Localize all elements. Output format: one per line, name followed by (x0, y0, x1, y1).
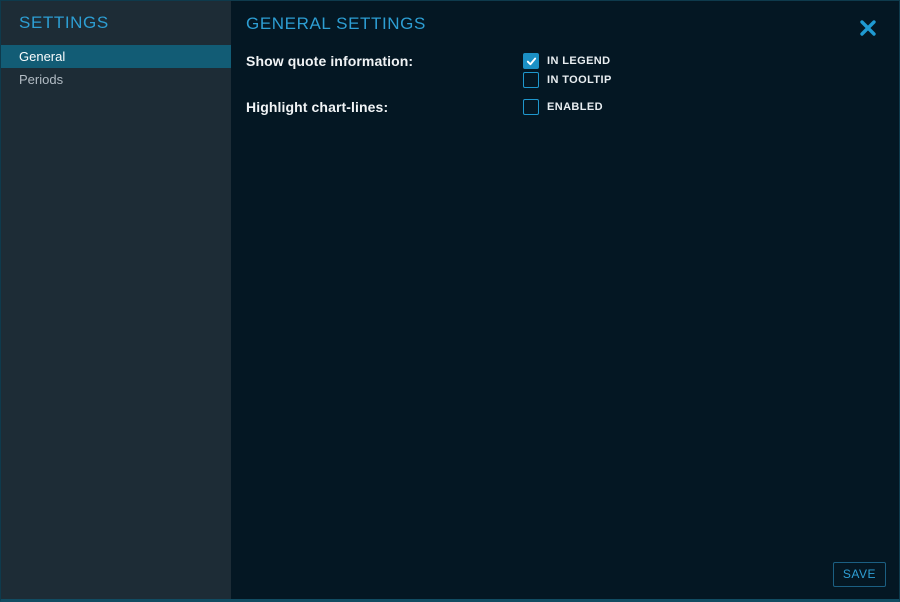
settings-row-quote-info: Show quote information: IN LEGEND IN TOO… (246, 53, 899, 88)
sidebar-item-general[interactable]: General (1, 45, 231, 68)
close-icon (858, 18, 878, 38)
settings-row-highlight-chart-lines: Highlight chart-lines: ENABLED (246, 99, 899, 115)
checkbox-unchecked-icon (523, 99, 539, 115)
save-button[interactable]: SAVE (833, 562, 886, 587)
setting-label-quote-info: Show quote information: (246, 53, 523, 69)
sidebar-nav: General Periods (1, 45, 231, 91)
main-panel: GENERAL SETTINGS Show quote information: (231, 1, 899, 599)
page-title: GENERAL SETTINGS (246, 14, 899, 34)
settings-form: Show quote information: IN LEGEND IN TOO… (246, 53, 899, 115)
sidebar-item-periods[interactable]: Periods (1, 68, 231, 91)
sidebar-title: SETTINGS (1, 1, 231, 33)
option-label: ENABLED (547, 99, 603, 115)
option-label: IN LEGEND (547, 53, 611, 69)
setting-label-highlight: Highlight chart-lines: (246, 99, 523, 115)
sidebar: SETTINGS General Periods (1, 1, 231, 599)
checkbox-in-tooltip[interactable]: IN TOOLTIP (523, 72, 612, 88)
close-button[interactable] (856, 16, 880, 40)
checkbox-in-legend[interactable]: IN LEGEND (523, 53, 612, 69)
checkbox-unchecked-icon (523, 72, 539, 88)
checkbox-checked-icon (523, 53, 539, 69)
checkbox-enabled[interactable]: ENABLED (523, 99, 603, 115)
settings-dialog: SETTINGS General Periods GENERAL SETTING… (0, 0, 900, 602)
option-label: IN TOOLTIP (547, 72, 612, 88)
quote-info-options: IN LEGEND IN TOOLTIP (523, 53, 612, 88)
highlight-options: ENABLED (523, 99, 603, 115)
